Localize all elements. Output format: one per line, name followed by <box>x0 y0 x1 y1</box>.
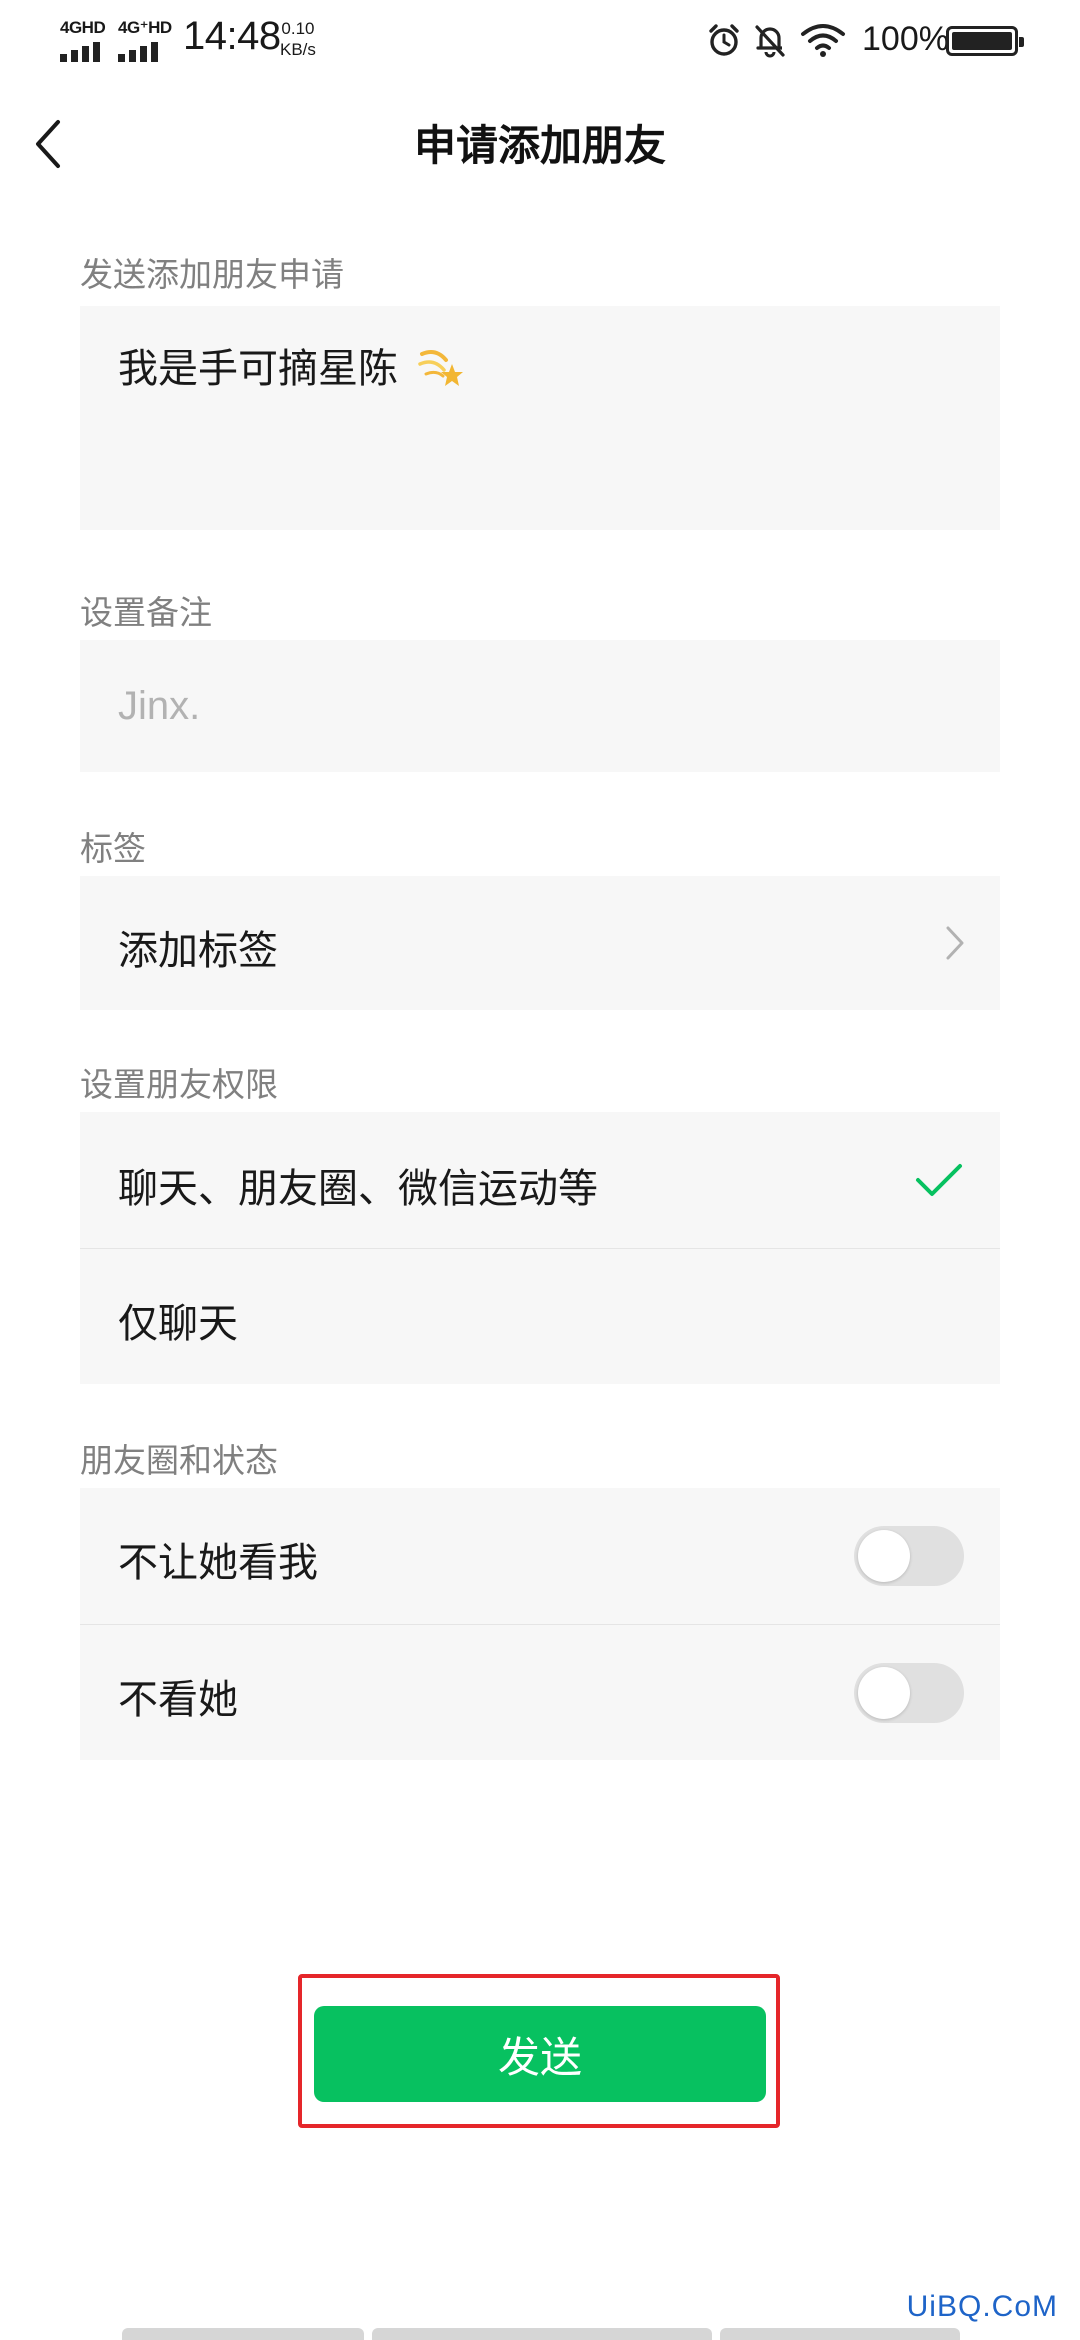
permission-option-all[interactable]: 聊天、朋友圈、微信运动等 <box>80 1112 1000 1248</box>
hide-my-moments-row: 不让她看我 <box>80 1488 1000 1624</box>
add-tag-row[interactable]: 添加标签 <box>80 876 1000 1010</box>
request-message-field[interactable]: 我是手可摘星陈 <box>80 306 1000 530</box>
network-type-1: 4GHD <box>60 18 106 37</box>
nav-bar-segment <box>122 2328 364 2340</box>
nav-bar-segment <box>720 2328 960 2340</box>
watermark: UiBQ.CoM <box>906 2290 1058 2323</box>
permission-section-label: 设置朋友权限 <box>80 1066 278 1103</box>
page-title: 申请添加朋友 <box>413 122 666 169</box>
moments-section-label: 朋友圈和状态 <box>80 1442 278 1479</box>
request-section-label: 发送添加朋友申请 <box>80 256 344 293</box>
mute-bell-icon <box>755 25 785 58</box>
status-bar: 4GHD 4G⁺HD 14:48 0.10 KB/s 100% <box>0 0 1080 80</box>
remark-section-label: 设置备注 <box>80 594 212 631</box>
network-speed-unit: KB/s <box>280 40 316 59</box>
permission-option-label: 仅聊天 <box>118 1302 238 1346</box>
hide-my-moments-toggle[interactable] <box>854 1526 964 1586</box>
check-icon <box>916 1164 962 1196</box>
remark-input[interactable] <box>118 640 958 772</box>
remark-card <box>80 640 1000 772</box>
network-speed-value: 0.10 <box>281 19 315 38</box>
hide-her-moments-toggle[interactable] <box>854 1663 964 1723</box>
request-message-text: 我是手可摘星陈 <box>118 347 398 391</box>
chevron-right-icon <box>946 926 964 960</box>
moments-options: 不让她看我 不看她 <box>80 1488 1000 1760</box>
network-speed: 0.10 KB/s <box>280 18 316 60</box>
permission-option-label: 聊天、朋友圈、微信运动等 <box>118 1167 598 1211</box>
battery-icon <box>946 26 1024 56</box>
permission-option-chat-only[interactable]: 仅聊天 <box>80 1249 1000 1384</box>
wifi-icon <box>801 24 845 57</box>
send-button[interactable]: 发送 <box>314 2006 766 2102</box>
tag-section-label: 标签 <box>80 830 146 867</box>
shooting-star-emoji <box>418 350 463 386</box>
nav-bar-segment <box>372 2328 712 2340</box>
status-time: 14:48 <box>183 14 281 58</box>
battery-percent: 100% <box>862 20 949 58</box>
hide-her-moments-label: 不看她 <box>118 1678 238 1722</box>
hide-my-moments-label: 不让她看我 <box>118 1541 318 1585</box>
alarm-icon <box>709 24 739 56</box>
permission-options: 聊天、朋友圈、微信运动等 仅聊天 <box>80 1112 1000 1384</box>
hide-her-moments-row: 不看她 <box>80 1625 1000 1760</box>
add-tag-label: 添加标签 <box>118 929 278 973</box>
network-type-2: 4G⁺HD <box>118 18 172 37</box>
